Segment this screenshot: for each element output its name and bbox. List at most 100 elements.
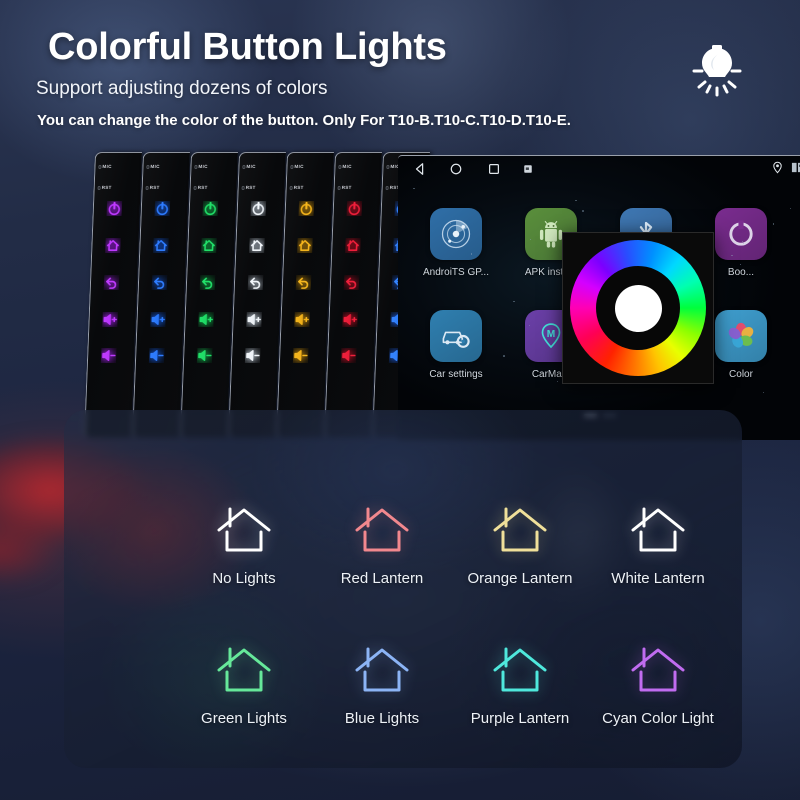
lightbulb-icon	[686, 40, 748, 102]
color-flower-icon[interactable]	[715, 310, 767, 362]
app-color-flower[interactable]: Color	[704, 310, 778, 380]
home-icon[interactable]	[151, 236, 171, 255]
volume-up-icon[interactable]	[148, 310, 168, 329]
back-icon[interactable]	[150, 273, 170, 292]
app-label: Car settings	[419, 369, 493, 380]
mic-indicator-dot	[290, 165, 294, 169]
power-icon[interactable]	[200, 199, 220, 218]
house-icon	[588, 502, 728, 558]
wallpaper-star	[413, 188, 414, 189]
wallpaper-star	[790, 208, 791, 209]
volume-down-icon[interactable]	[99, 346, 119, 365]
rst-indicator-dot	[337, 186, 341, 190]
volume-down-icon[interactable]	[291, 346, 311, 365]
compatibility-tagline: You can change the color of the button. …	[37, 112, 571, 129]
back-icon[interactable]	[102, 273, 122, 292]
back-icon[interactable]	[294, 273, 314, 292]
power-icon[interactable]	[344, 199, 364, 218]
rst-indicator-dot	[97, 186, 101, 190]
home-icon[interactable]	[247, 236, 267, 255]
volume-up-icon[interactable]	[244, 310, 264, 329]
lantern-label: Cyan Color Light	[588, 710, 728, 727]
car-settings-icon[interactable]	[430, 310, 482, 362]
app-label: Boo...	[704, 267, 778, 278]
app-boot[interactable]: Boo...	[704, 208, 778, 278]
home-icon[interactable]	[103, 236, 123, 255]
mic-indicator-dot	[338, 165, 342, 169]
volume-up-icon[interactable]	[292, 310, 312, 329]
house-icon	[450, 502, 590, 558]
wallpaper-star	[740, 264, 741, 265]
signal-icon	[791, 161, 800, 175]
wallpaper-star	[773, 223, 774, 224]
lantern-option[interactable]: Green Lights	[174, 642, 314, 727]
volume-down-icon[interactable]	[195, 346, 215, 365]
rst-indicator-dot	[193, 186, 197, 190]
lantern-option[interactable]: Red Lantern	[312, 502, 452, 587]
wallpaper-star	[450, 223, 451, 224]
power-icon[interactable]	[152, 199, 172, 218]
mic-label: MIC	[198, 164, 208, 169]
home-icon[interactable]	[295, 236, 315, 255]
volume-up-icon[interactable]	[340, 310, 360, 329]
wallpaper-star	[513, 301, 514, 302]
page-subtitle: Support adjusting dozens of colors	[36, 78, 328, 100]
nav-home-circle-icon[interactable]	[448, 161, 464, 177]
rst-label: RST	[246, 185, 256, 190]
home-icon[interactable]	[343, 236, 363, 255]
mic-label: MIC	[102, 164, 112, 169]
back-icon[interactable]	[198, 273, 218, 292]
selected-color-swatch[interactable]	[615, 285, 662, 332]
nav-back-triangle-icon[interactable]	[412, 161, 428, 177]
wallpaper-star	[742, 241, 743, 242]
lantern-label: Purple Lantern	[450, 710, 590, 727]
androits-gps-icon[interactable]	[430, 208, 482, 260]
volume-down-icon[interactable]	[147, 346, 167, 365]
lantern-color-card: No Lights Red Lantern Orange Lantern White …	[64, 410, 742, 768]
lantern-label: Red Lantern	[312, 570, 452, 587]
house-icon	[174, 642, 314, 698]
mic-indicator-dot	[242, 165, 246, 169]
wallpaper-star	[575, 200, 577, 202]
volume-down-icon[interactable]	[339, 346, 359, 365]
lantern-option[interactable]: Blue Lights	[312, 642, 452, 727]
lantern-label: Orange Lantern	[450, 570, 590, 587]
rst-label: RST	[342, 185, 352, 190]
mic-indicator-dot	[98, 165, 102, 169]
lantern-option[interactable]: Orange Lantern	[450, 502, 590, 587]
home-icon[interactable]	[199, 236, 219, 255]
lantern-option[interactable]: White Lantern	[588, 502, 728, 587]
back-icon[interactable]	[342, 273, 362, 292]
lantern-option[interactable]: Purple Lantern	[450, 642, 590, 727]
app-androits-gps[interactable]: AndroiTS GP...	[419, 208, 493, 278]
rst-indicator-dot	[289, 186, 293, 190]
app-car-settings[interactable]: Car settings	[419, 310, 493, 380]
back-icon[interactable]	[246, 273, 266, 292]
volume-up-icon[interactable]	[100, 310, 120, 329]
house-icon	[312, 642, 452, 698]
app-label: Color	[704, 369, 778, 380]
nav-screenshot-icon[interactable]	[520, 161, 536, 177]
rst-label: RST	[294, 185, 304, 190]
power-icon[interactable]	[248, 199, 268, 218]
power-icon[interactable]	[296, 199, 316, 218]
lantern-option[interactable]: Cyan Color Light	[588, 642, 728, 727]
lantern-label: Blue Lights	[312, 710, 452, 727]
power-icon[interactable]	[104, 199, 124, 218]
house-icon	[450, 642, 590, 698]
rst-label: RST	[198, 185, 208, 190]
mic-indicator-dot	[194, 165, 198, 169]
color-wheel-picker[interactable]	[562, 232, 714, 384]
android-navbar[interactable]	[398, 156, 800, 182]
mic-indicator-dot	[146, 165, 150, 169]
lantern-label: No Lights	[174, 570, 314, 587]
svg-text:M: M	[547, 329, 556, 340]
house-icon	[312, 502, 452, 558]
volume-up-icon[interactable]	[196, 310, 216, 329]
boot-icon[interactable]	[715, 208, 767, 260]
lantern-option[interactable]: No Lights	[174, 502, 314, 587]
hue-ring[interactable]	[570, 240, 706, 376]
volume-down-icon[interactable]	[243, 346, 263, 365]
nav-recents-square-icon[interactable]	[486, 161, 502, 177]
wallpaper-star	[557, 381, 558, 382]
